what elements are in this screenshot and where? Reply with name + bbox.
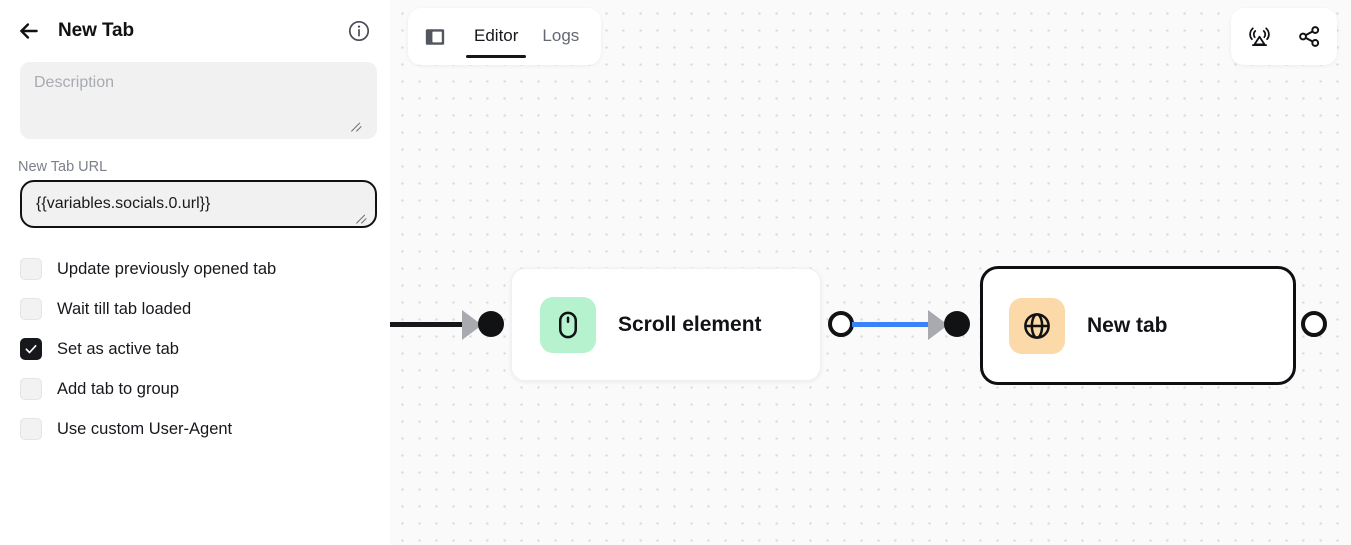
arrow-left-icon [20,23,38,39]
node-scroll-element[interactable]: Scroll element [511,268,821,381]
properties-sidebar: New Tab New Tab URL [0,0,390,545]
checkbox-set-as-active-tab[interactable] [20,338,42,360]
node-new-tab[interactable]: New tab [980,266,1296,385]
canvas-toolbar-left: Editor Logs [408,8,602,65]
node-icon-mouse [540,296,596,353]
node-label: New tab [1087,313,1168,337]
info-circle-icon [348,20,370,42]
description-field-wrap [0,62,390,139]
checkbox-row-add-tab-to-group[interactable]: Add tab to group [20,369,370,409]
share-button[interactable] [1295,23,1323,51]
checkbox-row-update-previously-opened-tab[interactable]: Update previously opened tab [20,249,370,289]
page-title: New Tab [58,20,135,41]
checkbox-wait-till-tab-loaded[interactable] [20,298,42,320]
options-checkbox-list: Update previously opened tab Wait till t… [0,249,390,449]
app-root: New Tab New Tab URL [0,0,1351,545]
share-icon [1298,26,1319,47]
port-input-scroll-element[interactable] [478,311,504,337]
node-label: Scroll element [618,312,762,336]
flow-canvas[interactable]: Editor Logs Scroll element New tab [390,0,1351,545]
broadcast-icon [1248,27,1270,47]
checkbox-add-tab-to-group[interactable] [20,378,42,400]
checkbox-label: Use custom User-Agent [57,419,233,438]
checkbox-label: Set as active tab [57,339,179,358]
checkbox-update-previously-opened-tab[interactable] [20,258,42,280]
panel-header: New Tab [0,0,390,62]
panel-toggle-icon [425,28,445,45]
canvas-toolbar-right [1231,8,1337,65]
checkbox-use-custom-user-agent[interactable] [20,418,42,440]
edge-scroll-to-newtab[interactable] [852,322,931,327]
sidebar-toggle-button[interactable] [420,22,450,52]
description-input[interactable] [20,62,377,139]
url-field-wrap [20,180,377,228]
checkbox-row-wait-till-tab-loaded[interactable]: Wait till tab loaded [20,289,370,329]
back-button[interactable] [14,16,44,46]
node-icon-globe [1009,297,1065,354]
tab-logs[interactable]: Logs [530,12,591,62]
checkbox-label: Add tab to group [57,379,180,398]
tab-editor[interactable]: Editor [462,12,530,62]
checkbox-row-set-as-active-tab[interactable]: Set as active tab [20,329,370,369]
info-button[interactable] [346,18,372,44]
edge-incoming[interactable] [390,322,465,327]
checkbox-row-use-custom-user-agent[interactable]: Use custom User-Agent [20,409,370,449]
port-input-new-tab[interactable] [944,311,970,337]
new-tab-url-input[interactable] [20,180,377,228]
url-field-label: New Tab URL [18,159,108,175]
checkbox-label: Update previously opened tab [57,259,277,278]
broadcast-button[interactable] [1245,23,1273,51]
port-output-new-tab[interactable] [1301,311,1327,337]
globe-icon [1024,312,1050,339]
mouse-icon [559,311,577,338]
check-icon [25,344,37,354]
flow-graph-layer: Scroll element New tab [390,0,1351,545]
port-output-scroll-element[interactable] [828,311,854,337]
checkbox-label: Wait till tab loaded [57,299,192,318]
